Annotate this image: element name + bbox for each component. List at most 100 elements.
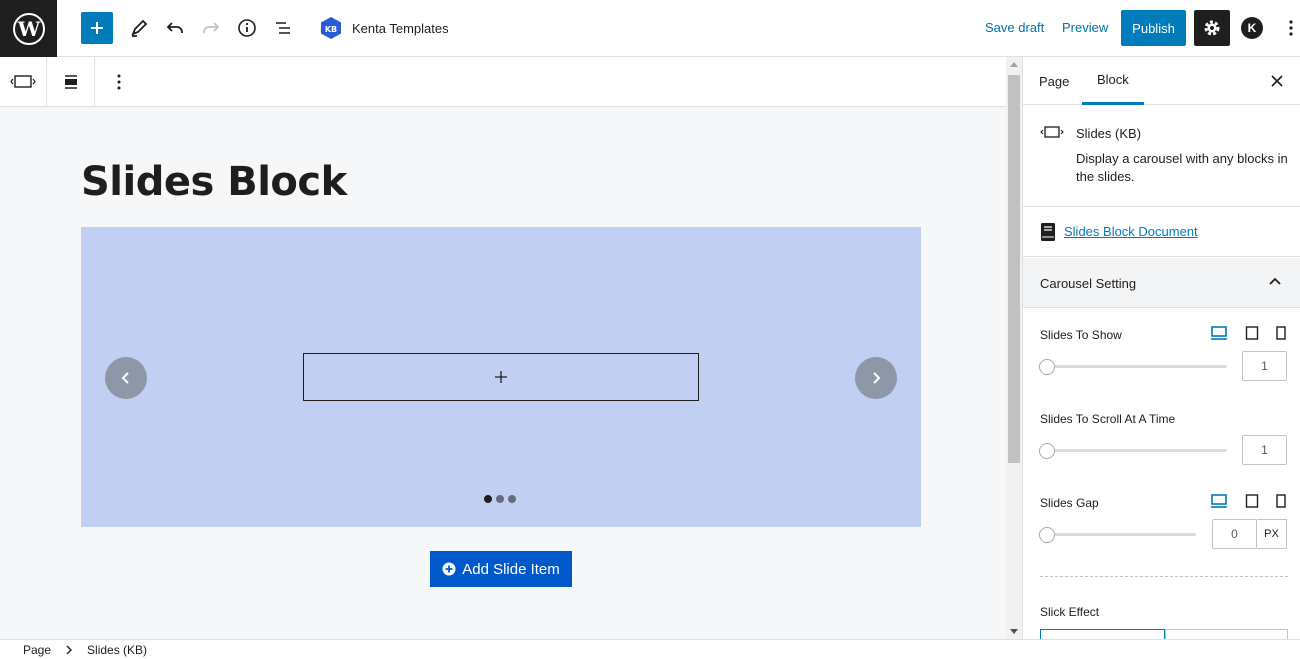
wordpress-logo-button[interactable]: W [0,0,57,57]
slides-to-scroll-input[interactable]: 1 [1242,435,1287,465]
slide-dot[interactable] [484,495,492,503]
slide-dot[interactable] [508,495,516,503]
tab-block[interactable]: Block [1082,57,1144,105]
slides-to-scroll-slider[interactable] [1040,449,1227,452]
tablet-icon[interactable] [1245,493,1259,509]
block-card-description: Display a carousel with any blocks in th… [1076,151,1288,184]
tools-button[interactable] [123,12,155,44]
slides-block-icon [10,74,36,88]
plus-icon [91,22,103,34]
list-view-icon [276,22,290,34]
site-title[interactable]: KB Kenta Templates [318,14,449,42]
desktop-icon[interactable] [1210,493,1228,509]
chevron-right-icon [66,645,73,654]
device-switcher [1210,325,1286,341]
plus-icon [495,371,507,383]
next-slide-button[interactable] [855,357,897,399]
redo-button[interactable] [195,12,227,44]
editor-canvas: Slides Block Add Slide Item [0,107,1006,639]
gear-icon [1204,20,1220,36]
slides-to-show-input[interactable]: 1 [1242,351,1287,381]
svg-text:W: W [16,17,40,41]
slides-to-show-slider[interactable] [1040,365,1227,368]
pencil-icon [131,19,148,37]
chevron-left-icon [121,372,129,384]
slides-block[interactable] [81,227,921,527]
slides-gap-unit[interactable]: PX [1257,519,1287,549]
slick-effect-option[interactable] [1165,629,1288,639]
svg-text:KB: KB [325,25,337,34]
add-slide-label: Add Slide Item [462,560,560,578]
scroll-down-arrow[interactable] [1010,629,1018,634]
chevron-up-icon [1269,277,1281,285]
slide-dot[interactable] [496,495,504,503]
details-button[interactable] [231,12,263,44]
editor-header: W KB Kenta Templates Save draft Preview … [0,0,1300,57]
block-card-title: Slides (KB) [1076,126,1142,141]
vertical-ellipsis-icon [117,74,120,89]
block-toolbar [0,57,1006,107]
publish-button[interactable]: Publish [1121,10,1186,46]
panel-title: Carousel Setting [1040,276,1137,291]
canvas-scrollbar[interactable] [1006,57,1022,639]
mobile-icon[interactable] [1276,493,1286,509]
slides-to-show-label: Slides To Show [1040,328,1122,342]
info-icon [238,19,256,37]
book-icon [1041,223,1055,241]
breadcrumb-item-block[interactable]: Slides (KB) [87,643,147,657]
avatar[interactable]: K [1241,17,1263,39]
slides-gap-label: Slides Gap [1040,496,1099,510]
slides-to-show-thumb[interactable] [1039,359,1055,375]
kenta-blocks-logo-icon: KB [321,17,341,39]
device-switcher [1210,493,1286,509]
prev-slide-button[interactable] [105,357,147,399]
undo-button[interactable] [159,12,191,44]
add-slide-item-button[interactable]: Add Slide Item [430,551,572,587]
vertical-ellipsis-icon [1289,20,1293,36]
redo-icon [203,22,220,33]
block-appender[interactable] [303,353,699,401]
site-name-label: Kenta Templates [352,20,449,36]
mobile-icon[interactable] [1276,325,1286,341]
close-icon [1271,75,1283,87]
slick-effect-label: Slick Effect [1040,605,1100,619]
slides-block-icon [1040,126,1064,138]
settings-sidebar: Page Block Slides (KB) Display a carouse… [1022,57,1300,639]
documentation-row: Slides Block Document [1023,207,1300,257]
divider [1040,576,1288,577]
add-block-button[interactable] [81,12,113,44]
scroll-thumb[interactable] [1008,75,1020,463]
list-view-button[interactable] [267,12,299,44]
tablet-icon[interactable] [1245,325,1259,341]
carousel-setting-panel-toggle[interactable]: Carousel Setting [1023,258,1300,308]
slides-gap-slider[interactable] [1040,533,1196,536]
block-card: Slides (KB) Display a carousel with any … [1023,105,1300,207]
slides-to-scroll-label: Slides To Scroll At A Time [1040,412,1176,426]
chevron-right-icon [873,372,881,384]
align-button[interactable] [47,57,94,106]
scroll-up-arrow[interactable] [1010,62,1018,67]
preview-button[interactable]: Preview [1062,20,1108,35]
slides-to-scroll-thumb[interactable] [1039,443,1055,459]
block-type-switcher[interactable] [0,57,46,106]
wordpress-icon: W [12,12,45,45]
undo-icon [166,22,183,33]
breadcrumb: Page Slides (KB) [0,639,1300,659]
page-title[interactable]: Slides Block [81,159,347,205]
align-wide-icon [64,74,77,89]
slides-gap-input[interactable]: 0 [1212,519,1257,549]
save-draft-button[interactable]: Save draft [985,20,1044,35]
options-button[interactable] [1282,16,1300,40]
tab-page[interactable]: Page [1039,57,1069,105]
slide-dots [484,495,516,503]
plus-circle-icon [442,562,456,576]
settings-button[interactable] [1194,10,1230,46]
block-options-button[interactable] [95,57,142,106]
breadcrumb-item-page[interactable]: Page [23,643,51,657]
slides-gap-thumb[interactable] [1039,527,1055,543]
close-sidebar-button[interactable] [1267,71,1287,91]
slick-effect-option[interactable] [1040,629,1165,639]
documentation-link[interactable]: Slides Block Document [1064,224,1198,239]
desktop-icon[interactable] [1210,325,1228,341]
sidebar-tabs: Page Block [1023,57,1300,105]
